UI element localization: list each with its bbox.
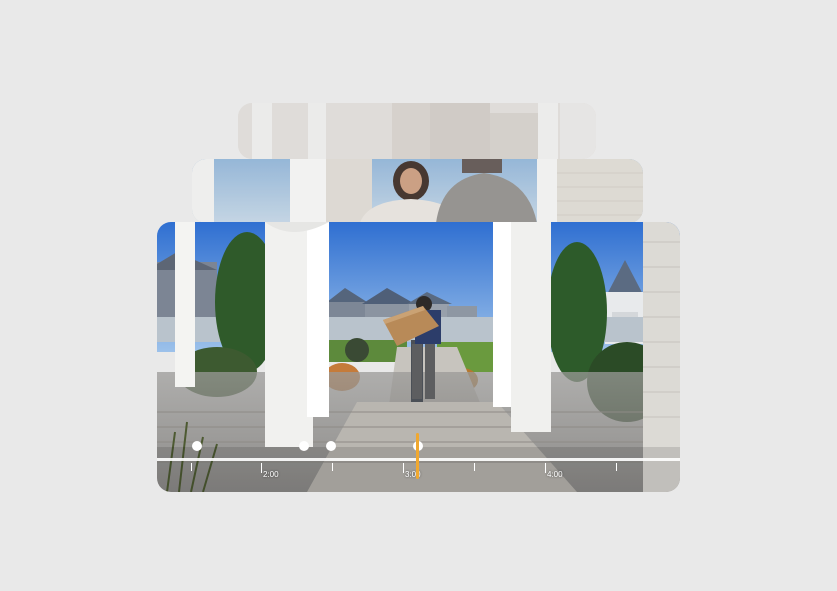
timeline-tick bbox=[474, 463, 475, 471]
clip-card-middle[interactable] bbox=[192, 159, 643, 223]
clip-thumbnail-back bbox=[238, 103, 596, 159]
event-dot-icon[interactable] bbox=[299, 441, 309, 451]
timeline-tick bbox=[332, 463, 333, 471]
timeline-tick bbox=[261, 463, 262, 473]
timeline-tick bbox=[403, 463, 404, 473]
timeline-tick bbox=[616, 463, 617, 471]
timeline-label: 4:00 bbox=[547, 470, 563, 479]
event-dot-icon[interactable] bbox=[192, 441, 202, 451]
event-dot-icon[interactable] bbox=[326, 441, 336, 451]
clip-card-back[interactable] bbox=[238, 103, 596, 159]
clip-thumbnail-middle bbox=[192, 159, 643, 223]
clip-card-main[interactable]: 2:00 3:00 4:00 bbox=[157, 222, 680, 492]
playhead-icon[interactable] bbox=[416, 433, 419, 479]
timeline-tick bbox=[545, 463, 546, 473]
timeline-tick bbox=[191, 463, 192, 471]
timeline-label: 2:00 bbox=[263, 470, 279, 479]
